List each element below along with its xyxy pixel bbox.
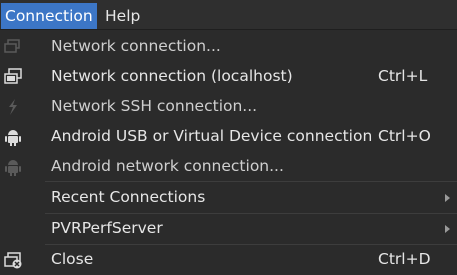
- menu-item-network-localhost[interactable]: Network connection (localhost) Ctrl+L: [0, 62, 457, 92]
- connection-dropdown: Network connection... Network connection…: [0, 29, 457, 275]
- android-icon: [5, 130, 21, 146]
- submenu-arrow-icon: [445, 194, 450, 202]
- network-icon: [4, 39, 20, 53]
- menu-item-label: PVRPerfServer: [51, 219, 163, 237]
- menu-item-shortcut: Ctrl+O: [378, 127, 431, 145]
- menu-item-label: Network connection (localhost): [51, 67, 293, 85]
- connection-menu-label: Connection: [5, 7, 93, 25]
- menu-item-label: Close: [51, 250, 94, 268]
- ssh-icon: [9, 99, 17, 115]
- close-connection-icon: [4, 252, 22, 269]
- menu-item-recent-connections[interactable]: Recent Connections: [0, 183, 457, 213]
- menu-item-label: Recent Connections: [51, 188, 206, 206]
- submenu-arrow-icon: [445, 225, 450, 233]
- menu-item-label: Network SSH connection...: [51, 97, 258, 115]
- menu-item-label: Network connection...: [51, 37, 221, 55]
- menu-item-shortcut: Ctrl+D: [378, 250, 431, 268]
- menu-item-network-connection[interactable]: Network connection...: [0, 32, 457, 62]
- menu-item-android-network[interactable]: Android network connection...: [0, 152, 457, 182]
- menu-bar: Connection Help: [0, 0, 457, 29]
- help-menu-label: Help: [105, 7, 141, 25]
- menu-item-label: Android USB or Virtual Device connection: [51, 127, 373, 145]
- menu-item-android-usb[interactable]: Android USB or Virtual Device connection…: [0, 122, 457, 152]
- menu-item-network-ssh[interactable]: Network SSH connection...: [0, 92, 457, 122]
- menu-item-label: Android network connection...: [51, 157, 284, 175]
- connection-menu[interactable]: Connection: [1, 3, 97, 29]
- menu-item-close[interactable]: Close Ctrl+D: [0, 245, 457, 275]
- menu-item-shortcut: Ctrl+L: [378, 67, 428, 85]
- android-network-icon: [5, 160, 21, 176]
- network-localhost-icon: [4, 68, 22, 84]
- help-menu[interactable]: Help: [101, 3, 144, 29]
- menu-separator: [45, 181, 457, 182]
- menu-item-pvrperfserver[interactable]: PVRPerfServer: [0, 214, 457, 244]
